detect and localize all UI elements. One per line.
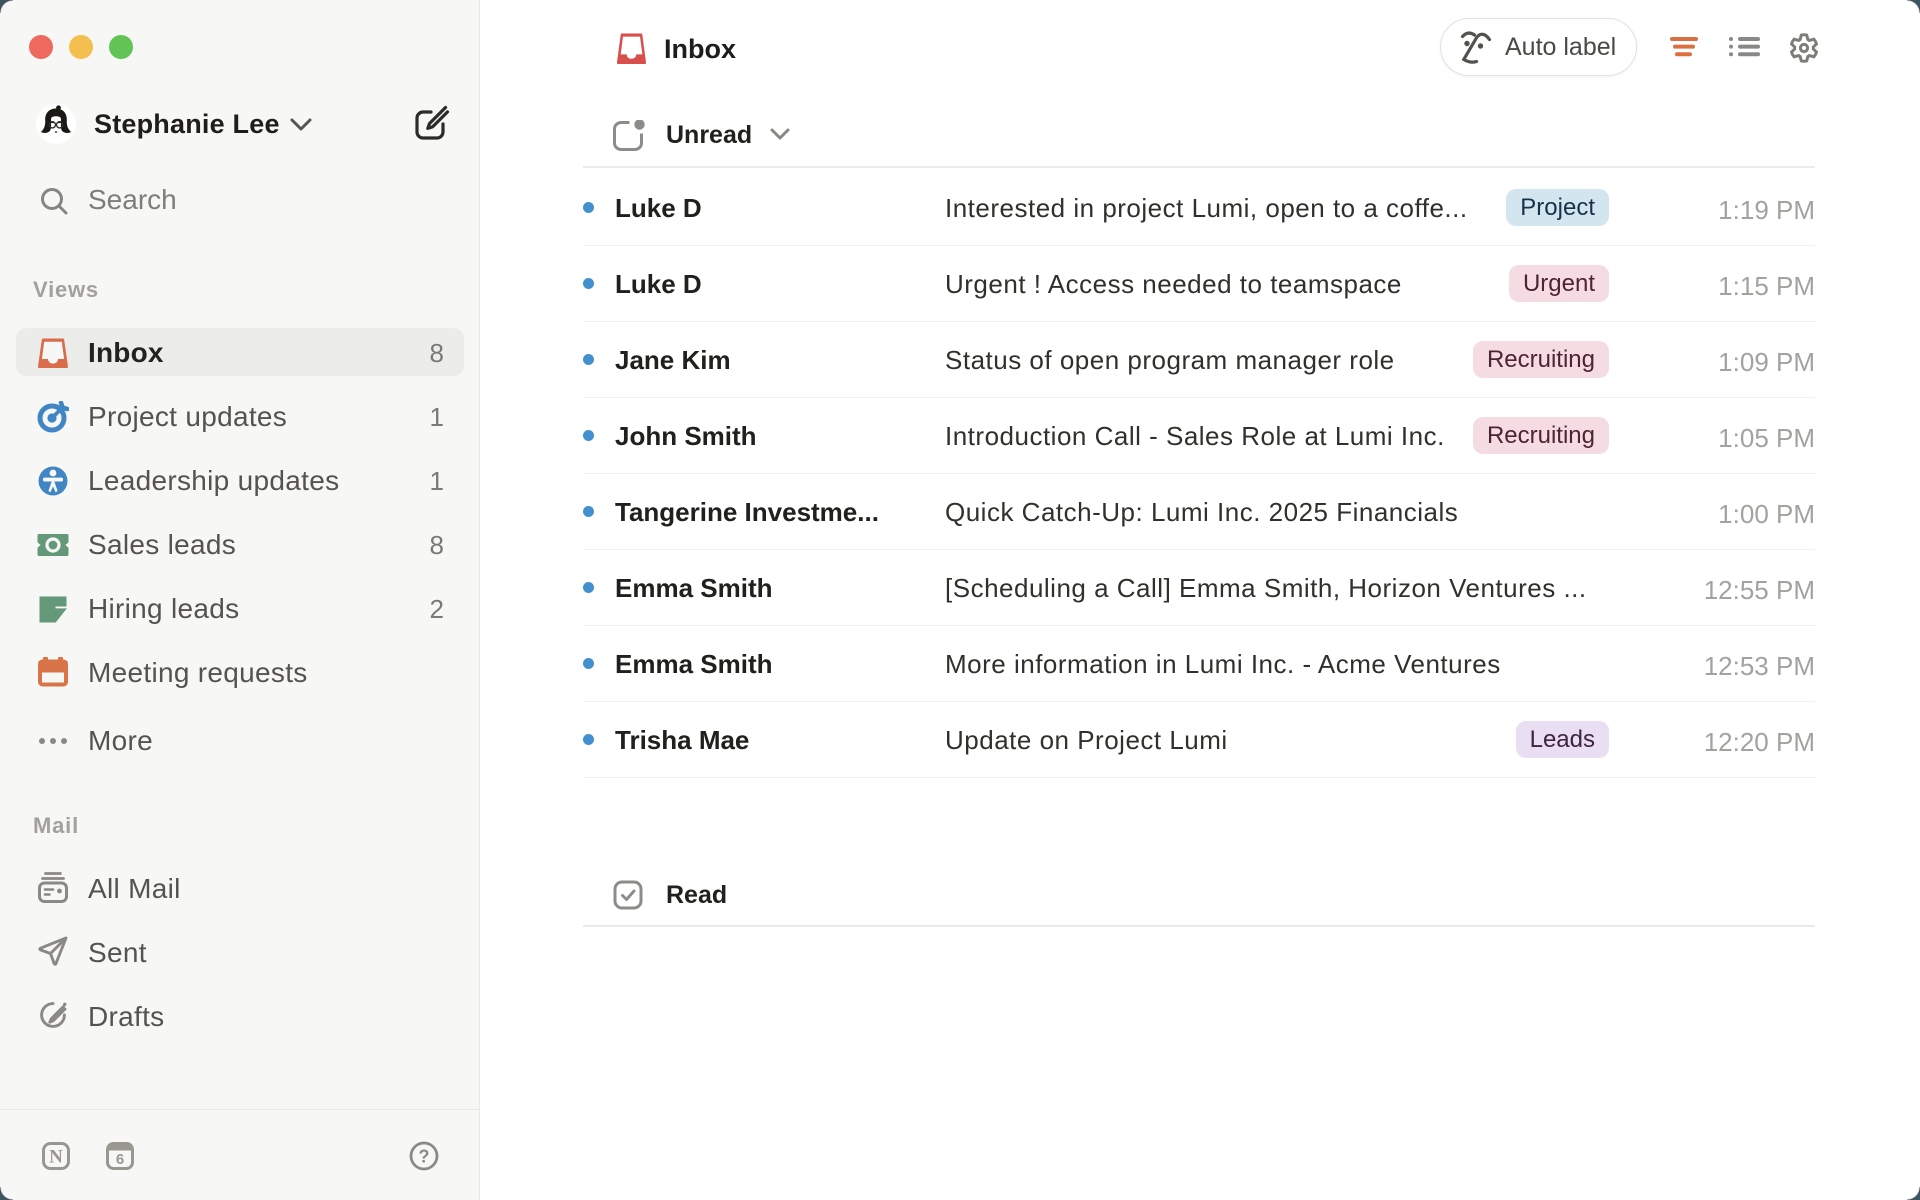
svg-text:?: ? — [419, 1147, 430, 1167]
svg-text:6: 6 — [116, 1151, 124, 1168]
svg-text:N: N — [49, 1147, 63, 1168]
